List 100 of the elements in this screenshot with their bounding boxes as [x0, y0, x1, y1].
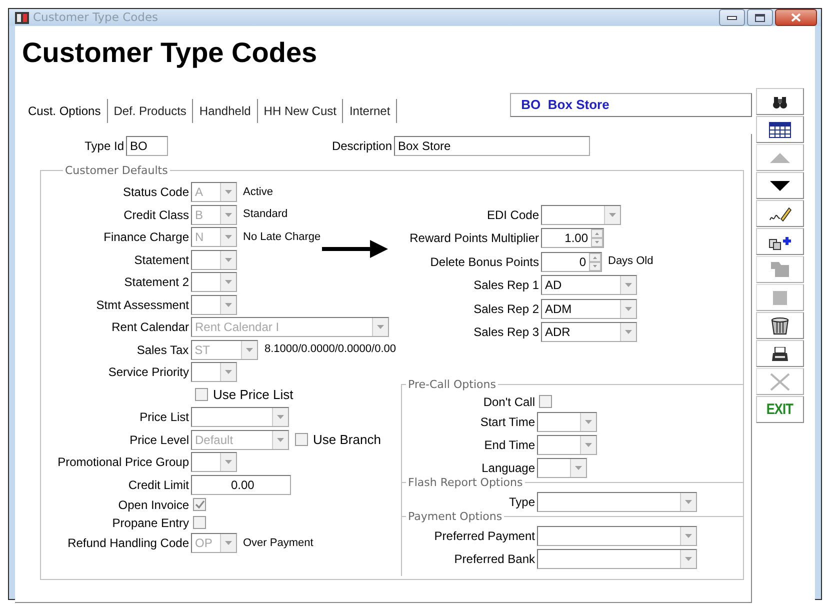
checkbox[interactable]	[539, 395, 552, 408]
field-label: Delete Bonus Points	[429, 254, 540, 270]
close-icon	[791, 13, 801, 22]
dropdown[interactable]	[541, 204, 621, 224]
tab[interactable]: Handheld	[193, 99, 258, 124]
dropdown[interactable]	[537, 526, 697, 546]
close-button[interactable]	[775, 9, 817, 26]
field-label: Don't Call	[482, 394, 536, 411]
caret-icon	[625, 283, 632, 287]
tab[interactable]: Internet	[343, 99, 398, 124]
caret-icon	[377, 325, 384, 329]
caret-icon	[225, 302, 232, 306]
section-title: Pre-Call Options	[406, 378, 498, 391]
text-field[interactable]: BO	[126, 136, 168, 156]
dropdown[interactable]	[191, 272, 237, 292]
dropdown[interactable]: ADR	[541, 322, 637, 342]
tab[interactable]: HH New Cust	[258, 99, 344, 124]
section-title: Flash Report Options	[406, 476, 525, 489]
caret-icon	[575, 466, 582, 470]
caret-icon	[225, 541, 232, 545]
dropdown[interactable]: ADM	[541, 298, 637, 318]
caret-icon	[585, 443, 592, 448]
caret-icon	[225, 370, 232, 374]
caret-icon	[625, 306, 632, 310]
minimize-button[interactable]	[719, 9, 745, 26]
field-label: Sales Rep 2	[472, 300, 540, 318]
field-label: Type	[508, 494, 536, 512]
close-icon	[770, 372, 790, 391]
text-field[interactable]: 0.00	[191, 474, 291, 494]
field-label: Rent Calendar	[110, 319, 190, 336]
dropdown[interactable]	[537, 458, 587, 478]
caret-icon	[685, 557, 692, 562]
toolbar-button[interactable]	[756, 172, 804, 200]
toolbar-button[interactable]	[756, 228, 804, 256]
dropdown[interactable]: AD	[541, 275, 637, 295]
maximize-button[interactable]	[747, 9, 773, 26]
exit-button[interactable]: EXIT	[756, 396, 804, 424]
tab[interactable]: Def. Products	[108, 99, 194, 124]
caret-icon	[625, 330, 632, 334]
maximize-icon	[755, 14, 765, 22]
field-label: Stmt Assessment	[95, 296, 190, 314]
caret-icon	[585, 420, 592, 424]
pen-icon	[768, 206, 792, 222]
number-field[interactable]: 0	[541, 252, 602, 272]
dropdown[interactable]	[191, 407, 289, 427]
field-label: Sales Rep 1	[472, 277, 540, 294]
toolbar-button[interactable]	[756, 340, 804, 368]
page-heading: Customer Type Codes	[22, 36, 318, 70]
dropdown[interactable]	[537, 492, 697, 512]
field-note: 8.1000/0.0000/0.0000/0.00	[264, 342, 396, 358]
field-label: Service Priority	[107, 364, 190, 381]
field-label: Credit Limit	[127, 476, 190, 494]
field-label: Price List	[138, 409, 190, 426]
table-icon	[769, 122, 791, 138]
field-label: Promotional Price Group	[56, 454, 190, 471]
dropdown[interactable]	[191, 250, 237, 270]
dropdown[interactable]	[537, 412, 597, 432]
folder-icon	[771, 262, 789, 278]
section-title: Payment Options	[406, 510, 504, 523]
caret-icon	[225, 280, 232, 284]
spinner-arrows-icon[interactable]	[591, 229, 603, 247]
checkbox[interactable]	[193, 498, 206, 512]
field-label: Sales Rep 3	[472, 324, 540, 341]
field-label: Preferred Bank	[453, 551, 536, 568]
caret-icon	[225, 460, 232, 464]
group-title: Customer Defaults	[64, 164, 169, 177]
minimize-icon	[727, 16, 737, 20]
field-label: Language	[480, 460, 536, 478]
caret-icon	[685, 534, 692, 538]
field-label: Type Id	[84, 138, 125, 154]
toolbar-button[interactable]	[756, 88, 804, 116]
record-banner: BO Box Store	[510, 93, 752, 118]
toolbar-button[interactable]	[756, 200, 804, 228]
toolbar-button[interactable]	[756, 116, 804, 144]
field-label: Statement 2	[123, 274, 190, 291]
field-label: Reward Points Multiplier	[408, 230, 540, 247]
field-note: Standard	[243, 207, 288, 222]
checkbox[interactable]	[193, 516, 206, 530]
field-label: Start Time	[479, 414, 536, 432]
field-label: Propane Entry	[111, 514, 190, 532]
caret-icon	[685, 500, 692, 504]
caret-icon	[225, 212, 232, 216]
dropdown[interactable]	[537, 435, 597, 456]
dropdown[interactable]	[537, 549, 697, 570]
checkbox-label: Use Price List	[213, 386, 294, 404]
checkbox[interactable]	[195, 388, 208, 401]
checkbox-label: Use Branch	[313, 430, 381, 449]
field-label: Refund Handling Code	[66, 535, 190, 552]
field-label: Open Invoice	[117, 496, 190, 514]
spinner-arrows-icon[interactable]	[589, 252, 601, 270]
window-title: Customer Type Codes	[33, 9, 158, 26]
field-label: Preferred Payment	[433, 528, 536, 546]
square-icon	[773, 290, 787, 305]
number-field[interactable]: 1.00	[541, 228, 604, 248]
field-note: Active	[243, 184, 273, 200]
text-field[interactable]: Box Store	[394, 136, 590, 156]
dropdown[interactable]	[191, 452, 237, 472]
toolbar-button[interactable]	[756, 312, 804, 340]
dropdown[interactable]	[191, 294, 237, 314]
dropdown[interactable]	[191, 362, 237, 382]
